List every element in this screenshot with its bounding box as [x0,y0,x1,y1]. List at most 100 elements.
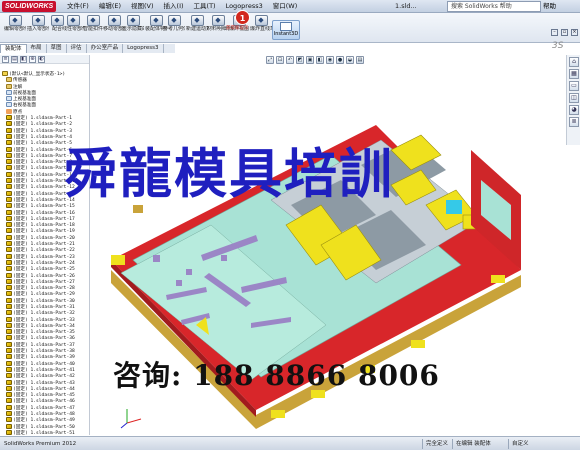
tree-part-item[interactable]: (固定) 1.sldasm-Part-51 [0,429,89,435]
tree-item-label: (固定) 1.sldasm-Part-39 [13,355,75,361]
solidworks-logo[interactable]: SOLIDWORKS [2,1,57,12]
help-menu[interactable]: 帮助 [543,0,556,13]
tree-item-label: (固定) 1.sldasm-Part-21 [13,242,75,248]
close-icon[interactable]: × [571,29,578,36]
command-tab[interactable]: Logopress3 [123,44,164,53]
command-button-label: 线性零部件阵列 [62,26,84,32]
apply-scene-icon[interactable]: ◒ [346,56,354,64]
command-button[interactable]: ◆显示隐藏的零部件 [122,15,144,32]
appearances-icon[interactable]: ◕ [569,105,579,115]
command-tab[interactable]: 办公室产品 [87,44,124,53]
tree-item-label: (固定) 1.sldasm-Part-47 [13,405,75,411]
part-icon [6,398,12,404]
property-manager-icon[interactable]: ▤ [11,56,18,63]
plane-icon [6,89,12,95]
tree-item-label: 右视基准面 [13,103,36,109]
zoom-to-fit-icon[interactable]: ⤢ [266,56,274,64]
plane-icon [6,96,12,102]
part-icon [6,140,12,146]
command-button[interactable]: ◆线性零部件阵列 [62,15,84,32]
part-icon [6,341,12,347]
part-icon [6,429,12,435]
tree-item-label: (固定) 1.sldasm-Part-45 [13,393,75,399]
status-units[interactable]: 自定义 [508,439,532,449]
command-button[interactable]: ◆ 智能扣件 [82,15,104,32]
pin-2 [176,280,182,286]
zoom-area-icon[interactable]: ⊡ [276,56,284,64]
tree-item-label: (固定) 1.sldasm-Part-25 [13,267,75,273]
display-style-icon[interactable]: ◧ [316,56,324,64]
view-orientation-icon[interactable]: ▣ [306,56,314,64]
previous-view-icon[interactable]: ↶ [286,56,294,64]
command-button[interactable]: ◆编辑零部件 [4,15,26,32]
feature-tree-icon[interactable]: ≡ [2,56,9,63]
tree-item-label: (固定) 1.sldasm-Part-38 [13,349,75,355]
tree-item-label: (固定) 1.sldasm-Part-41 [13,367,75,373]
part-icon [6,146,12,152]
resources-icon[interactable]: ⌂ [569,57,579,67]
part-icon [6,385,12,391]
help-search-input[interactable]: 搜索 SolidWorks 帮助 [447,1,541,12]
insert-component-icon: ◆ [31,15,45,26]
tree-item-label: (固定) 1.sldasm-Part-4 [13,134,72,140]
section-view-icon[interactable]: ◩ [296,56,304,64]
foot-4 [411,340,425,348]
show-hidden-icon: ◆ [126,15,140,26]
design-library-icon[interactable]: ▦ [569,69,579,79]
menu-item[interactable]: 视图(V) [126,0,159,13]
command-button[interactable]: ◆新建运动算例 [186,15,208,32]
notification-badge[interactable]: 1 [235,10,250,25]
tree-item-label: (固定) 1.sldasm-Part-18 [13,223,75,229]
dimxpert-icon[interactable]: ⊕ [29,56,36,63]
file-explorer-icon[interactable]: ▭ [569,81,579,91]
tree-item-label: (固定) 1.sldasm-Part-36 [13,336,75,342]
command-button-label: 参考几何体 [163,26,185,32]
part-icon [6,115,12,121]
tree-rows: (默认<默认_显示状态-1>) 传感器 注解 前视基准面 上视基准面 右视基准面 原点 (固定… [0,71,89,435]
part-icon [6,133,12,139]
tree-item-label: (固定) 1.sldasm-Part-48 [13,412,75,418]
tree-filter[interactable] [0,64,89,71]
part-icon [6,366,12,372]
part-icon [6,348,12,354]
part-icon [6,322,12,328]
tree-item-label: (固定) 1.sldasm-Part-28 [13,286,75,292]
tree-item-label: (固定) 1.sldasm-Part-49 [13,418,75,424]
tree-item-label: 注解 [13,84,23,90]
menu-item[interactable]: 编辑(E) [94,0,126,13]
part-icon [6,335,12,341]
window-controls: – ▫ × [551,29,578,36]
tree-item-label: (固定) 1.sldasm-Part-35 [13,330,75,336]
part-icon [6,152,12,158]
command-tab[interactable]: 草图 [47,44,67,53]
edit-appearance-icon[interactable]: ● [336,56,344,64]
part-icon [6,266,12,272]
restore-icon[interactable]: ▫ [561,29,568,36]
command-tab[interactable]: 评估 [67,44,87,53]
tree-item-label: (固定) 1.sldasm-Part-1 [13,116,72,122]
part-icon [6,178,12,184]
command-button[interactable]: ◆参考几何体 [163,15,185,32]
part-icon [6,247,12,253]
command-tab[interactable]: 装配体 [0,44,27,53]
menu-item[interactable]: 工具(T) [189,0,221,13]
menu-item[interactable]: 文件(F) [62,0,94,13]
tree-item-label: (固定) 1.sldasm-Part-32 [13,311,75,317]
custom-properties-icon[interactable]: ≣ [569,117,579,127]
part-icon [6,316,12,322]
menu-item[interactable]: 窗口(W) [268,0,303,13]
tree-item-label: (固定) 1.sldasm-Part-3 [13,128,72,134]
menu-item[interactable]: 插入(I) [159,0,189,13]
instant3d-button[interactable]: Instant3D [272,20,300,40]
view-settings-icon[interactable]: ▤ [356,56,364,64]
command-button[interactable]: ◆爆炸直线草图 [250,15,272,32]
minimize-icon[interactable]: – [551,29,558,36]
view-palette-icon[interactable]: ◫ [569,93,579,103]
hide-show-items-icon[interactable]: ◉ [326,56,334,64]
part-icon [6,392,12,398]
command-tab[interactable]: 布局 [27,44,47,53]
display-manager-icon[interactable]: ◐ [38,56,45,63]
configuration-icon[interactable]: ◧ [20,56,27,63]
tree-item-label: (固定) 1.sldasm-Part-22 [13,248,75,254]
feature-manager-tree[interactable]: ≡ ▤ ◧ ⊕ ◐ (默认<默认_显示状态-1>) 传感器 注解 前视基准面 上视基准面… [0,55,90,435]
